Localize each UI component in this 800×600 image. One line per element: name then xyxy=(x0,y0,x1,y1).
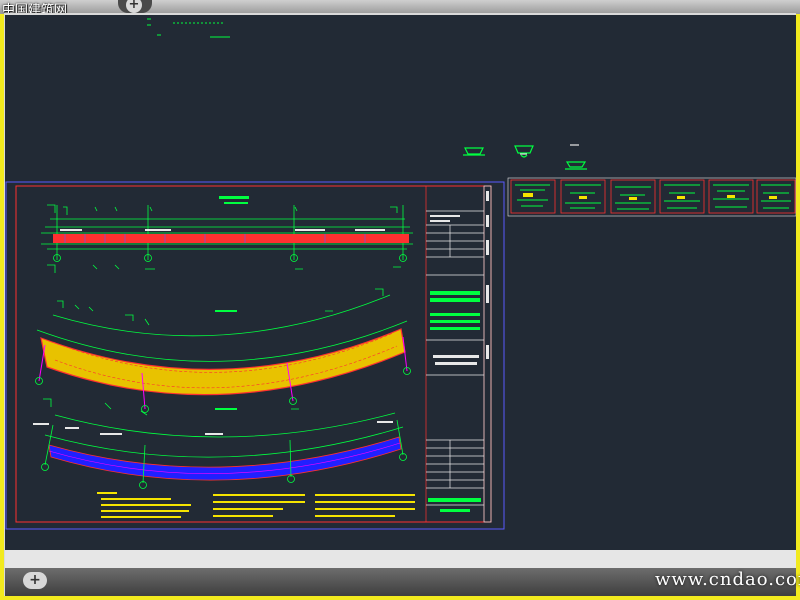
elevation-view xyxy=(41,196,413,273)
window-title-strip: 中国建筑网 + xyxy=(0,0,800,18)
cad-drawing xyxy=(5,18,796,530)
title-block xyxy=(425,185,492,523)
drawing-notes xyxy=(97,492,415,518)
underside-view xyxy=(33,408,407,489)
watermark-text: www.cndao.com xyxy=(655,569,800,590)
detail-sheets xyxy=(507,177,796,217)
add-layout-plus-icon[interactable]: + xyxy=(23,572,47,589)
section-sketches xyxy=(463,144,587,170)
plan-view xyxy=(35,288,411,416)
command-line-bar[interactable] xyxy=(5,550,796,568)
top-annotation-marks xyxy=(147,18,230,38)
cad-drawing-canvas[interactable] xyxy=(5,15,796,550)
